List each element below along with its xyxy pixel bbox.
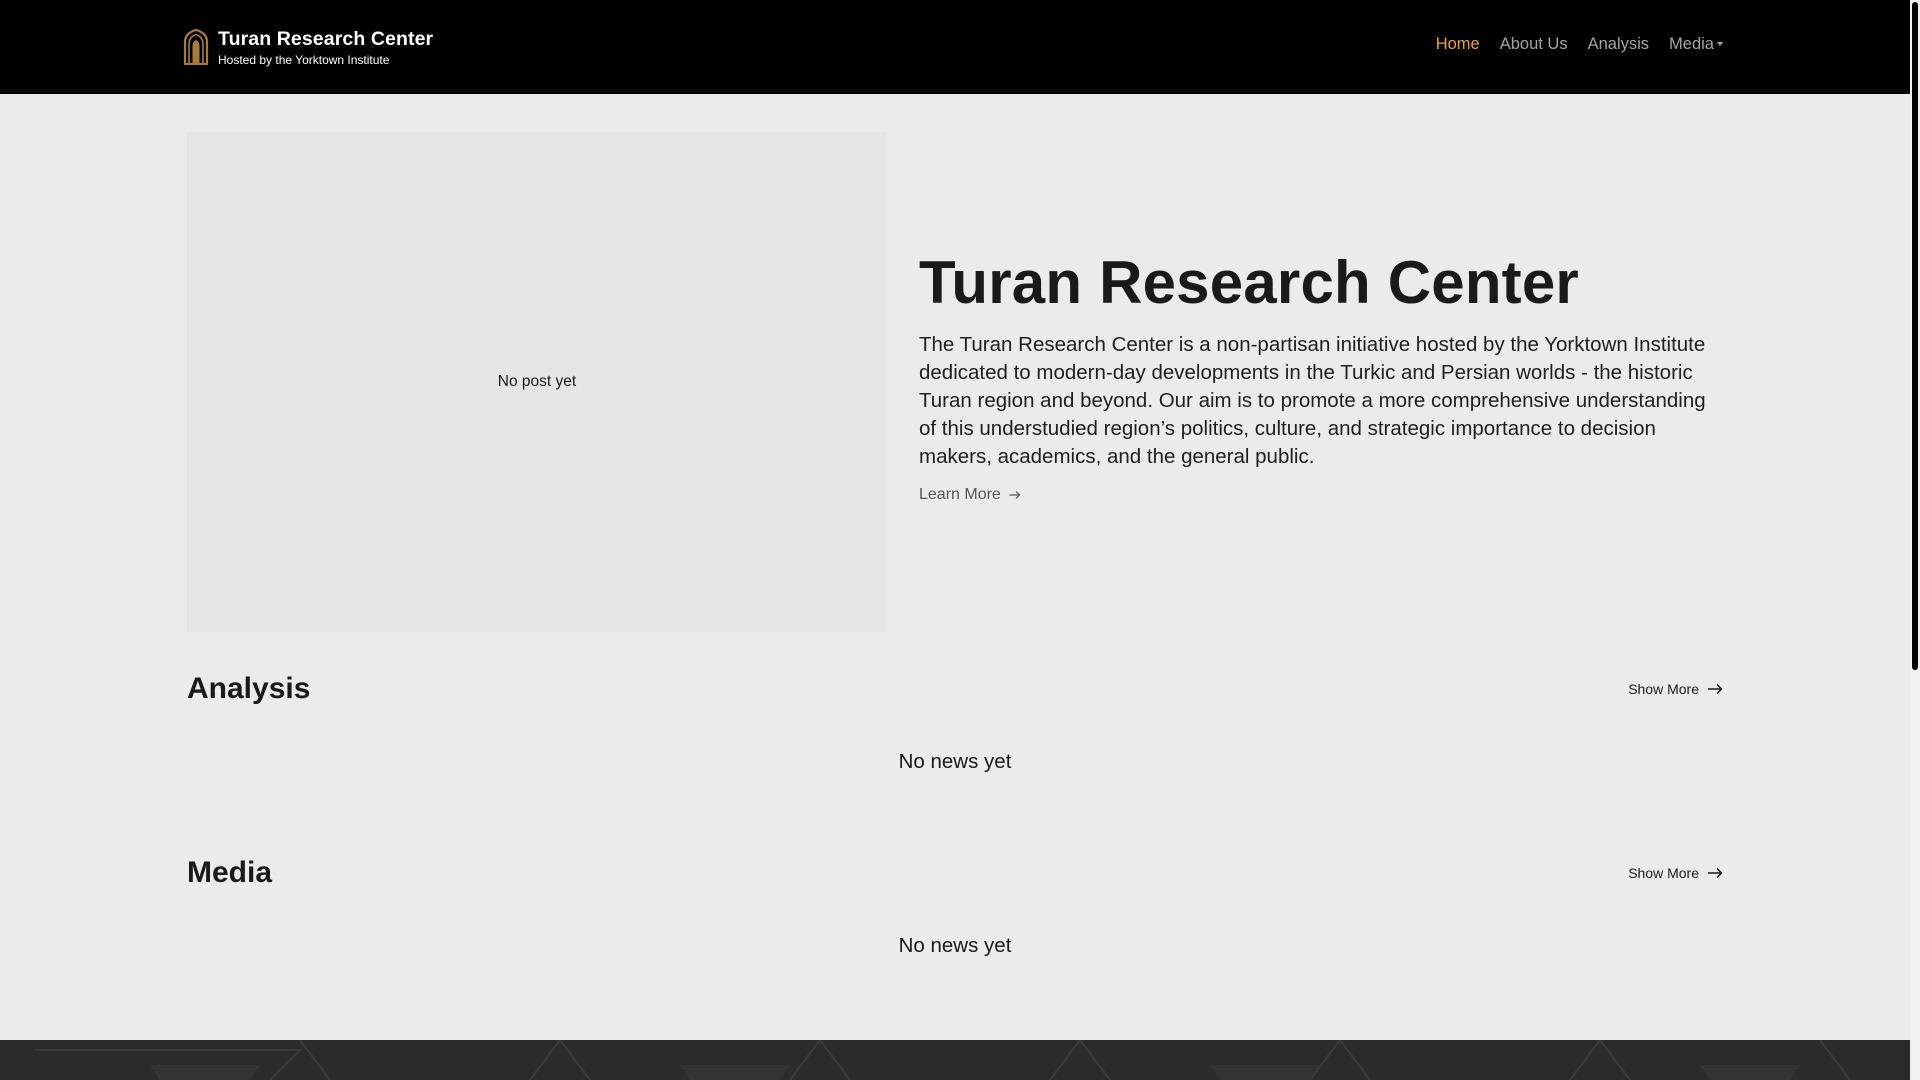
brand-subtitle: Hosted by the Yorktown Institute: [218, 53, 390, 67]
vertical-scrollbar[interactable]: [1910, 0, 1920, 1080]
show-more-label: Show More: [1628, 681, 1699, 697]
hero-text: Turan Research Center The Turan Research…: [919, 247, 1729, 504]
analysis-show-more-link[interactable]: Show More: [1628, 681, 1723, 697]
brand[interactable]: Turan Research Center Hosted by the York…: [183, 27, 433, 67]
arch-gate-icon: [183, 29, 209, 65]
main-nav: Home About Us Analysis Media: [1436, 35, 1723, 54]
hero-title: Turan Research Center: [919, 249, 1579, 316]
nav-media-label: Media: [1669, 35, 1714, 53]
top-navbar: Turan Research Center Hosted by the York…: [0, 0, 1910, 94]
footer: [0, 1040, 1910, 1080]
scrollbar-thumb[interactable]: [1912, 2, 1918, 670]
hero-image-placeholder-text: No post yet: [497, 373, 577, 390]
arrow-right-icon: [1009, 491, 1021, 499]
media-empty-message: No news yet: [898, 934, 1012, 957]
nav-about-us-link[interactable]: About Us: [1500, 35, 1568, 54]
caret-down-icon: [1717, 41, 1723, 46]
learn-more-label: Learn More: [919, 486, 1001, 503]
arrow-right-icon: [1708, 867, 1723, 879]
media-show-more-link[interactable]: Show More: [1628, 865, 1723, 881]
learn-more-link[interactable]: Learn More: [919, 486, 1021, 504]
footer-pattern: [35, 1040, 1851, 1080]
nav-analysis-link[interactable]: Analysis: [1588, 35, 1649, 54]
hero-image-placeholder: No post yet: [187, 132, 887, 632]
arrow-right-icon: [1708, 683, 1723, 695]
brand-title: Turan Research Center: [218, 28, 434, 50]
analysis-empty-message: No news yet: [898, 750, 1012, 773]
analysis-section-title: Analysis: [187, 672, 311, 705]
page: Turan Research Center Hosted by the York…: [0, 0, 1910, 1080]
nav-media-dropdown[interactable]: Media: [1669, 35, 1723, 54]
show-more-label: Show More: [1628, 865, 1699, 881]
media-section-title: Media: [187, 856, 273, 889]
hero-description: The Turan Research Center is a non-parti…: [919, 333, 1706, 468]
nav-home-link[interactable]: Home: [1436, 35, 1480, 54]
